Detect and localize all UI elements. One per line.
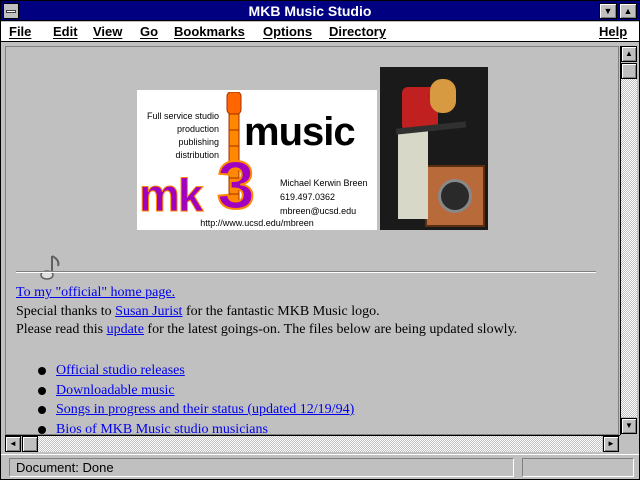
bullet-icon <box>38 406 46 414</box>
mkb-music-logo: Full service studio production publishin… <box>137 90 377 230</box>
contact-name: Michael Kerwin Breen <box>280 178 368 188</box>
music-note-icon <box>40 255 60 280</box>
logo-service-line: distribution <box>175 150 219 160</box>
menu-help[interactable]: Help <box>599 24 627 40</box>
menu-bookmarks[interactable]: Bookmarks <box>174 24 245 40</box>
system-menu-icon <box>6 10 16 13</box>
menu-view[interactable]: View <box>93 24 122 40</box>
update-prefix: Please read this <box>16 322 107 337</box>
menu-file[interactable]: File <box>9 24 31 40</box>
contact-email: mbreen@ucsd.edu <box>280 206 357 216</box>
menu-go[interactable]: Go <box>140 24 158 40</box>
logo-service-line: publishing <box>178 137 219 147</box>
horizontal-rule <box>16 271 596 273</box>
maximize-button[interactable]: ▲ <box>619 3 637 19</box>
bullet-icon <box>38 367 46 375</box>
update-suffix: for the latest goings-on. The files belo… <box>143 322 518 337</box>
logo-url: http://www.ucsd.edu/mbreen <box>200 218 314 228</box>
vertical-scrollbar[interactable]: ▲ ▼ <box>620 46 637 435</box>
status-text: Document: Done <box>9 458 514 477</box>
browser-window: MKB Music Studio ▼ ▲ File Edit View Go B… <box>0 0 640 480</box>
logo-service-line: Full service studio <box>146 111 219 121</box>
musician-bios-link[interactable]: Bios of MKB Music studio musicians <box>56 420 268 435</box>
logo-services: Full service studio production publishin… <box>137 110 219 162</box>
status-bar: Document: Done <box>1 454 639 479</box>
logo-3: 3 <box>216 147 256 223</box>
home-line: To my "official" home page. <box>16 284 175 302</box>
vertical-scroll-track[interactable] <box>621 63 637 417</box>
thanks-prefix: Special thanks to <box>16 304 116 319</box>
horizontal-scrollbar[interactable]: ◄ ► <box>5 435 620 452</box>
musician-hair <box>430 79 456 113</box>
update-link[interactable]: update <box>107 322 144 337</box>
scroll-up-button[interactable]: ▲ <box>621 46 637 62</box>
musician-legs <box>398 129 428 219</box>
logo-mk: mk <box>138 169 204 221</box>
progress-indicator <box>522 458 634 477</box>
home-page-link[interactable]: To my "official" home page. <box>16 285 175 300</box>
scroll-right-button[interactable]: ► <box>603 436 619 452</box>
downloadable-music-link[interactable]: Downloadable music <box>56 381 175 400</box>
page-content: Full service studio production publishin… <box>5 46 619 435</box>
scroll-down-button[interactable]: ▼ <box>621 418 637 434</box>
menu-directory[interactable]: Directory <box>329 24 386 40</box>
musician-photo <box>380 67 488 230</box>
horizontal-scroll-thumb[interactable] <box>22 436 38 452</box>
horizontal-scroll-track[interactable] <box>22 436 602 452</box>
logo-music-word: music <box>244 110 356 154</box>
title-bar[interactable]: MKB Music Studio ▼ ▲ <box>1 1 639 21</box>
thanks-line: Special thanks to Susan Jurist for the f… <box>16 303 380 321</box>
menu-bar: File Edit View Go Bookmarks Options Dire… <box>1 22 639 42</box>
window-title: MKB Music Studio <box>248 3 372 19</box>
scroll-left-button[interactable]: ◄ <box>5 436 21 452</box>
official-releases-link[interactable]: Official studio releases <box>56 361 185 380</box>
scroll-corner <box>620 435 637 452</box>
menu-options[interactable]: Options <box>263 24 312 40</box>
thanks-suffix: for the fantastic MKB Music logo. <box>182 304 380 319</box>
bullet-icon <box>38 425 46 434</box>
susan-jurist-link[interactable]: Susan Jurist <box>115 304 182 319</box>
contact-phone: 619.497.0362 <box>280 192 336 202</box>
minimize-button[interactable]: ▼ <box>599 3 617 19</box>
logo-service-line: production <box>176 124 219 134</box>
bullet-icon <box>38 386 46 395</box>
logo-contact: Michael Kerwin Breen 619.497.0362 mbreen… <box>280 176 368 218</box>
menu-edit[interactable]: Edit <box>53 24 78 40</box>
speaker <box>438 179 472 213</box>
vertical-scroll-thumb[interactable] <box>621 63 637 79</box>
songs-in-progress-link[interactable]: Songs in progress and their status (upda… <box>56 400 354 419</box>
system-menu-button[interactable] <box>3 3 19 19</box>
update-line: Please read this update for the latest g… <box>16 321 517 339</box>
